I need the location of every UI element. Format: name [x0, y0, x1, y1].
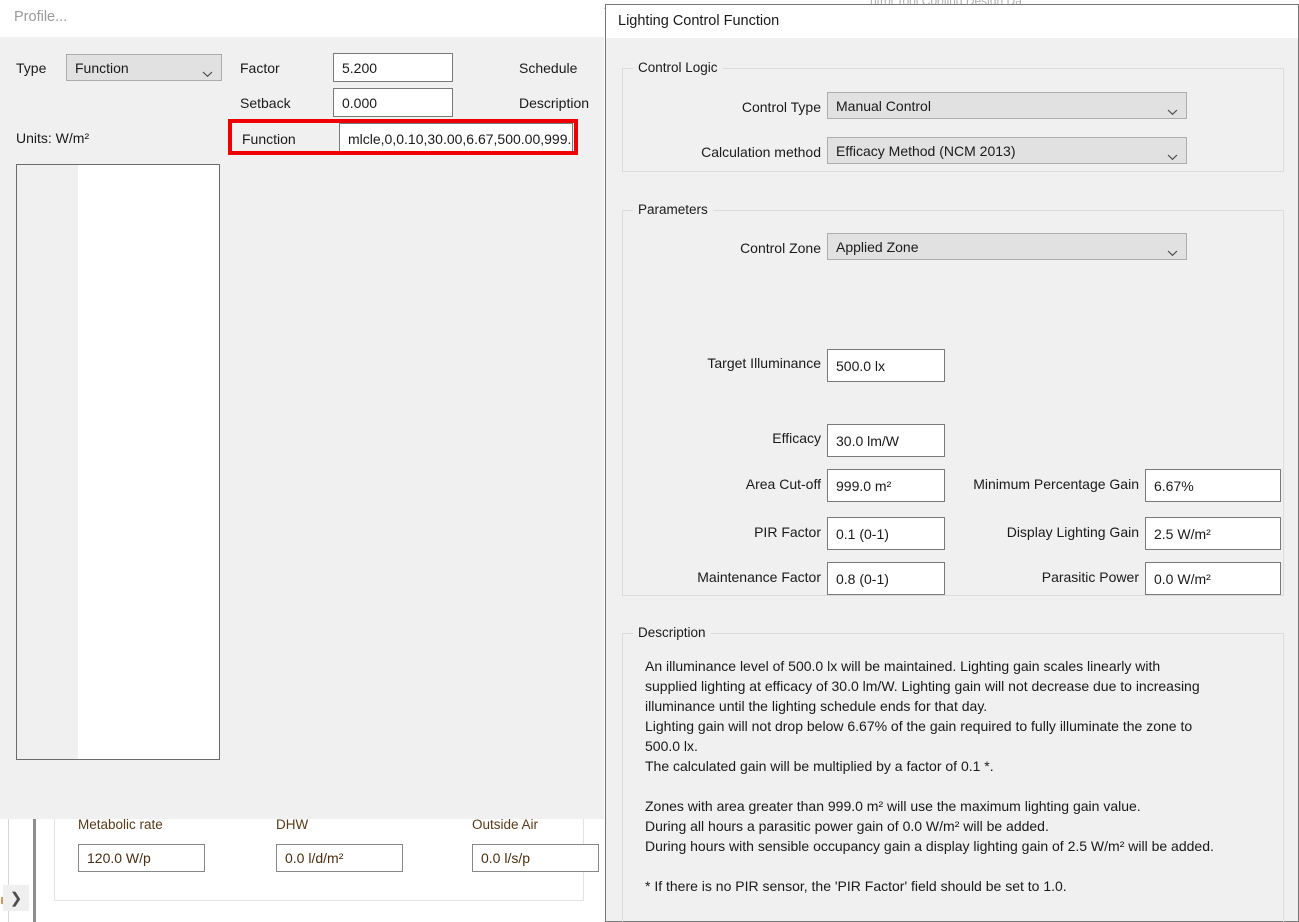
- factor-label: Factor: [240, 60, 280, 76]
- calculation-method-dropdown[interactable]: Efficacy Method (NCM 2013): [827, 137, 1187, 164]
- profile-panel-title: Profile...: [14, 9, 68, 25]
- type-label: Type: [16, 60, 47, 76]
- parasitic-power-input[interactable]: 0.0 W/m²: [1145, 562, 1281, 595]
- area-cutoff-input[interactable]: 999.0 m²: [827, 469, 945, 502]
- screen-root: ntrol Tool Cooling Design Da ❯: [0, 0, 1299, 922]
- parameters-group: Parameters Control Zone Applied Zone Tar…: [622, 202, 1284, 596]
- setback-input[interactable]: 0.000: [333, 88, 453, 117]
- function-label: Function: [234, 123, 340, 154]
- profile-panel-body: Type Function Factor 5.200 Setback 0.000…: [0, 37, 604, 819]
- profile-titlebar: Profile...: [0, 0, 604, 37]
- type-dropdown[interactable]: Function: [66, 54, 222, 81]
- background-field-label: DHW: [276, 817, 309, 832]
- setback-label: Setback: [240, 95, 291, 111]
- control-logic-group: Control Logic Control Type Manual Contro…: [622, 60, 1284, 172]
- chevron-down-icon: [202, 64, 213, 77]
- factor-input[interactable]: 5.200: [333, 53, 453, 82]
- minimum-percentage-gain-input[interactable]: 6.67%: [1145, 469, 1281, 502]
- display-lighting-gain-label: Display Lighting Gain: [1006, 524, 1139, 540]
- background-expand-panel-button[interactable]: ❯: [3, 885, 29, 911]
- schedule-label[interactable]: Schedule: [519, 60, 577, 76]
- dialog-titlebar: Lighting Control Function: [606, 5, 1298, 38]
- units-label: Units: W/m²: [16, 130, 90, 146]
- description-legend: Description: [633, 625, 711, 640]
- calculation-method-label: Calculation method: [701, 144, 821, 160]
- efficacy-input[interactable]: 30.0 lm/W: [827, 424, 945, 457]
- control-zone-value: Applied Zone: [836, 238, 919, 255]
- profile-chart-preview[interactable]: [16, 164, 220, 760]
- area-cutoff-label: Area Cut-off: [745, 476, 821, 492]
- description-body-text: An illuminance level of 500.0 lx will be…: [645, 658, 1214, 894]
- chevron-down-icon: [1167, 243, 1178, 256]
- profile-panel: Profile... Type Function Factor 5.200 Se…: [0, 0, 604, 819]
- description-label[interactable]: Description: [519, 95, 589, 111]
- parameters-legend: Parameters: [633, 202, 713, 217]
- pir-factor-input[interactable]: 0.1 (0-1): [827, 517, 945, 550]
- display-lighting-gain-input[interactable]: 2.5 W/m²: [1145, 517, 1281, 550]
- control-zone-dropdown[interactable]: Applied Zone: [827, 233, 1187, 260]
- background-field-input[interactable]: 0.0 l/d/m²: [276, 844, 403, 872]
- calculation-method-value: Efficacy Method (NCM 2013): [836, 142, 1016, 159]
- background-field-input[interactable]: 0.0 l/s/p: [472, 844, 599, 872]
- function-input[interactable]: mlcle,0,0.10,30.00,6.67,500.00,999.0: [339, 123, 573, 154]
- control-logic-legend: Control Logic: [633, 60, 723, 75]
- dialog-title: Lighting Control Function: [618, 13, 780, 29]
- background-field-label: Outside Air: [472, 817, 539, 832]
- target-illuminance-label: Target Illuminance: [707, 355, 821, 371]
- type-dropdown-value: Function: [75, 59, 129, 76]
- lighting-control-function-dialog: Lighting Control Function Control Logic …: [605, 4, 1299, 922]
- control-type-label: Control Type: [741, 99, 821, 115]
- background-field-label: Metabolic rate: [78, 817, 163, 832]
- maintenance-factor-input[interactable]: 0.8 (0-1): [827, 562, 945, 595]
- target-illuminance-input[interactable]: 500.0 lx: [827, 349, 945, 382]
- control-zone-label: Control Zone: [740, 240, 821, 256]
- minimum-percentage-gain-label: Minimum Percentage Gain: [973, 476, 1139, 492]
- chart-axis-gutter: [17, 165, 78, 759]
- background-field-input[interactable]: 120.0 W/p: [78, 844, 205, 872]
- efficacy-label: Efficacy: [772, 430, 821, 446]
- chevron-right-icon: ❯: [9, 890, 23, 907]
- pir-factor-label: PIR Factor: [754, 524, 821, 540]
- chevron-down-icon: [1167, 102, 1178, 115]
- chevron-down-icon: [1167, 147, 1178, 160]
- control-type-dropdown[interactable]: Manual Control: [827, 92, 1187, 119]
- description-group: Description An illuminance level of 500.…: [622, 625, 1284, 922]
- parasitic-power-label: Parasitic Power: [1041, 569, 1139, 585]
- control-type-value: Manual Control: [836, 97, 931, 114]
- maintenance-factor-label: Maintenance Factor: [697, 569, 821, 585]
